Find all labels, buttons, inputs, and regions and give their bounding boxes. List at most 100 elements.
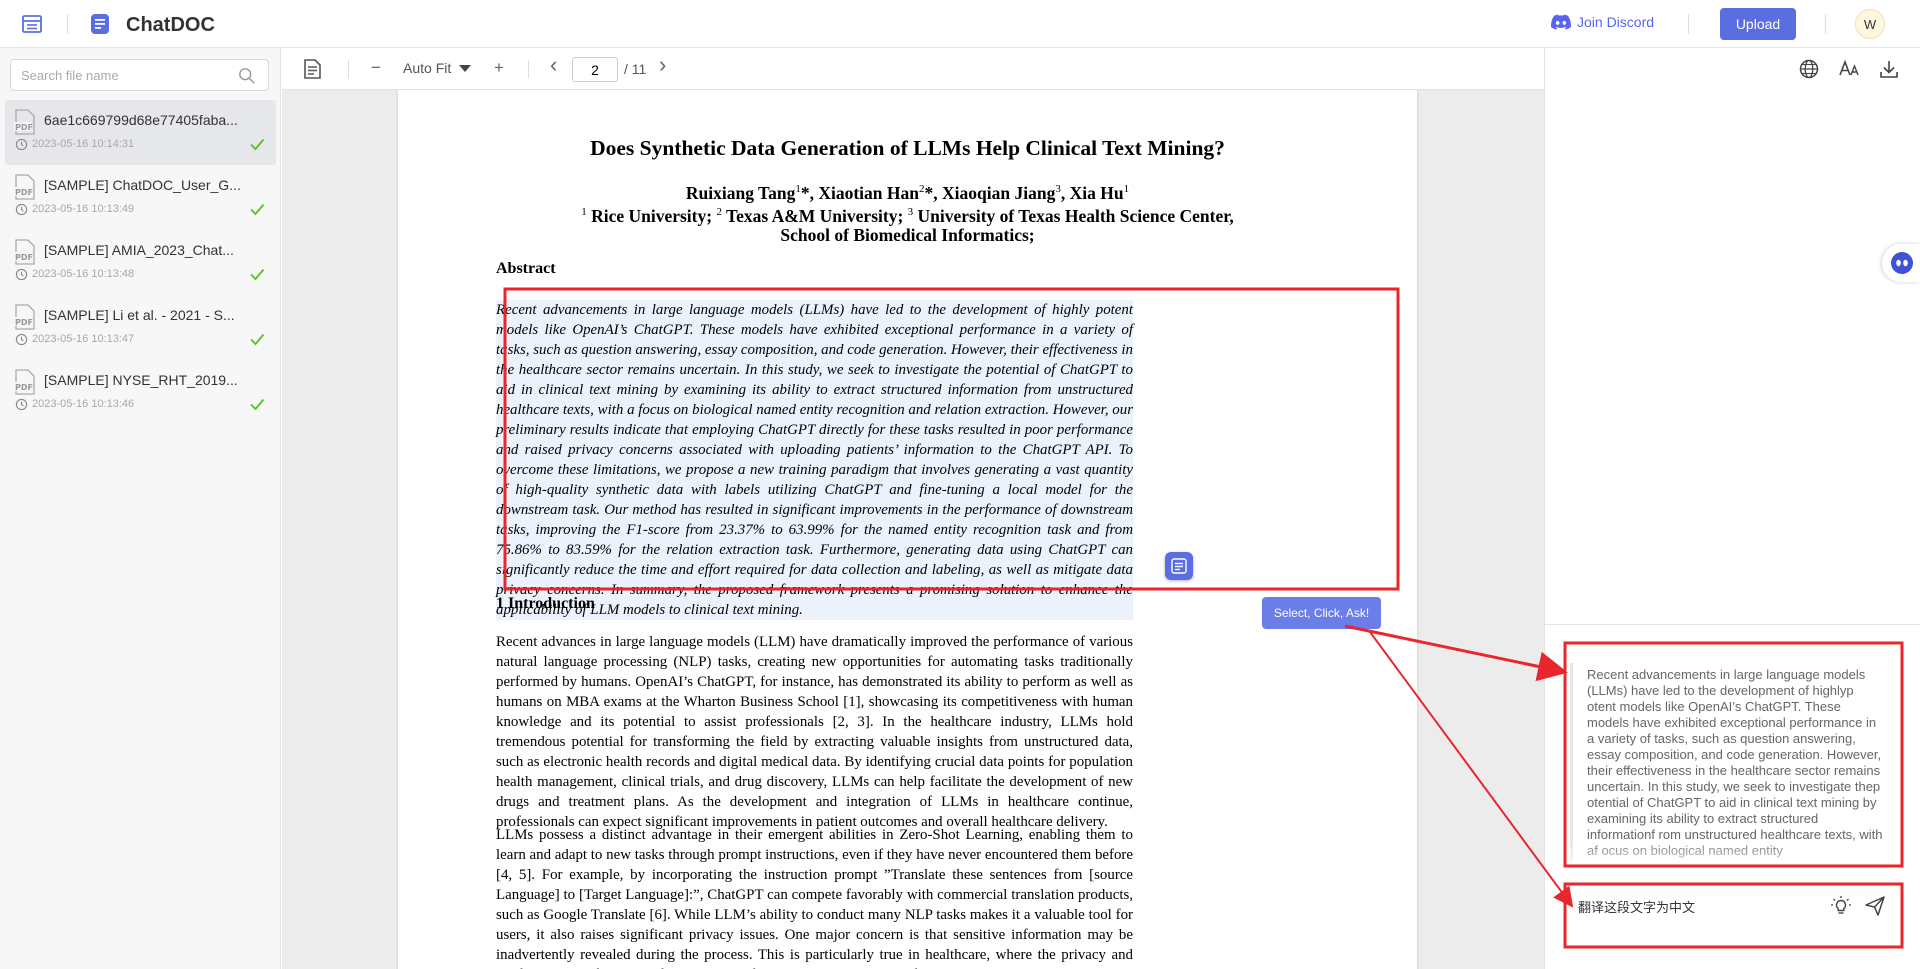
svg-text:PDF: PDF xyxy=(15,253,33,262)
abstract-text[interactable]: Recent advancements in large language mo… xyxy=(496,300,1133,620)
pdf-file-icon: PDF xyxy=(14,369,35,395)
check-icon xyxy=(250,398,265,411)
author-name: Xiaoqian Jiang xyxy=(942,182,1056,203)
check-icon xyxy=(250,333,265,346)
author-name: Xiaotian Han xyxy=(818,182,920,203)
file-date: 2023-05-16 10:13:49 xyxy=(32,203,135,215)
abstract-heading: Abstract xyxy=(496,260,556,277)
chevron-down-icon xyxy=(459,64,472,72)
download-icon[interactable] xyxy=(1878,58,1900,80)
ask-selection-button[interactable] xyxy=(1165,552,1193,580)
pdf-file-icon: PDF xyxy=(14,174,35,200)
author-separator: *, xyxy=(924,182,943,203)
check-icon xyxy=(250,138,265,151)
clock-icon xyxy=(15,203,28,216)
quote-fade xyxy=(1566,839,1898,873)
file-name: [SAMPLE] ChatDOC_User_G... xyxy=(44,177,241,193)
file-list-toggle-icon[interactable] xyxy=(20,12,44,36)
upload-button[interactable]: Upload xyxy=(1720,8,1796,40)
clock-icon xyxy=(15,333,28,346)
affiliation-line: 1 Rice University; 2 Texas A&M Universit… xyxy=(398,203,1417,226)
file-list-item[interactable]: PDF 6ae1c669799d68e77405faba... 2023-05-16… xyxy=(5,100,276,165)
send-icon[interactable] xyxy=(1864,895,1886,917)
file-date: 2023-05-16 10:13:47 xyxy=(32,333,135,345)
file-list-item[interactable]: PDF [SAMPLE] AMIA_2023_Chat... 2023-05-16 … xyxy=(5,230,276,295)
viewer-toolbar: − Auto Fit + ‹ / 11 › xyxy=(282,48,1544,90)
pdf-file-icon: PDF xyxy=(14,304,35,330)
file-search xyxy=(10,59,269,91)
user-avatar[interactable]: W xyxy=(1855,9,1885,39)
author-line: Ruixiang Tang1*, Xiaotian Han2*, Xiaoqia… xyxy=(398,180,1417,203)
prev-page-button[interactable]: ‹ xyxy=(550,54,557,76)
file-date: 2023-05-16 10:13:46 xyxy=(32,398,135,410)
discord-icon xyxy=(1551,14,1571,30)
chat-toolbar xyxy=(1545,48,1920,90)
join-discord-link[interactable]: Join Discord xyxy=(1551,14,1654,30)
check-icon xyxy=(250,268,265,281)
zoom-label: Auto Fit xyxy=(403,60,452,76)
author-name: Ruixiang Tang xyxy=(685,182,796,203)
header-divider xyxy=(1688,14,1689,34)
quote-bar xyxy=(1570,663,1573,863)
paper-authors: Ruixiang Tang1*, Xiaotian Han2*, Xiaoqia… xyxy=(398,180,1417,245)
file-name: [SAMPLE] NYSE_RHT_2019... xyxy=(44,372,238,388)
author-name: Xia Hu xyxy=(1069,182,1124,203)
font-size-icon[interactable] xyxy=(1838,58,1860,80)
search-input[interactable] xyxy=(21,60,221,90)
paper-title: Does Synthetic Data Generation of LLMs H… xyxy=(590,136,1225,160)
next-page-button[interactable]: › xyxy=(659,54,666,76)
file-name: [SAMPLE] AMIA_2023_Chat... xyxy=(44,242,234,258)
intro-paragraph-2: LLMs possess a distinct advantage in the… xyxy=(496,827,1133,969)
zoom-select[interactable]: Auto Fit xyxy=(403,60,472,76)
robot-icon xyxy=(1891,252,1913,274)
author-affil-index: 1 xyxy=(1123,183,1130,195)
toolbar-divider xyxy=(528,60,529,78)
affiliation: Rice University; xyxy=(586,205,717,226)
selected-text-quote: Recent advancements in large language mo… xyxy=(1566,653,1898,873)
file-list-item[interactable]: PDF [SAMPLE] Li et al. - 2021 - S... 2023-… xyxy=(5,295,276,360)
intro-heading: 1 Introduction xyxy=(496,595,595,612)
author-separator: , xyxy=(1060,182,1070,203)
chat-input[interactable] xyxy=(1578,895,1808,917)
search-icon[interactable] xyxy=(238,67,256,85)
page-number-input[interactable] xyxy=(572,57,618,82)
document-viewer[interactable]: Does Synthetic Data Generation of LLMs H… xyxy=(282,90,1544,969)
join-discord-label: Join Discord xyxy=(1577,14,1655,30)
zoom-in-button[interactable]: + xyxy=(494,57,504,79)
header-divider xyxy=(1825,14,1826,34)
chat-divider xyxy=(1545,624,1920,625)
lightbulb-icon[interactable] xyxy=(1830,895,1852,917)
intro-paragraph-1: Recent advances in large language models… xyxy=(496,634,1133,830)
chat-input-area xyxy=(1566,885,1898,945)
svg-text:PDF: PDF xyxy=(15,318,33,327)
app-title: ChatDOC xyxy=(126,14,215,36)
header-divider xyxy=(67,14,68,34)
file-list-item[interactable]: PDF [SAMPLE] ChatDOC_User_G... 2023-05-16 … xyxy=(5,165,276,230)
file-name: [SAMPLE] Li et al. - 2021 - S... xyxy=(44,307,235,323)
quote-text: Recent advancements in large language mo… xyxy=(1587,667,1883,858)
top-bar: ChatDOC Join Discord Upload W xyxy=(0,0,1920,48)
file-list: PDF 6ae1c669799d68e77405faba... 2023-05-16… xyxy=(0,100,281,425)
chatbot-tab[interactable] xyxy=(1882,244,1920,282)
svg-text:PDF: PDF xyxy=(15,188,33,197)
clock-icon xyxy=(15,268,28,281)
page-total: / 11 xyxy=(624,61,647,77)
note-icon xyxy=(1171,558,1187,574)
author-separator: *, xyxy=(800,182,819,203)
svg-text:PDF: PDF xyxy=(15,123,33,132)
chat-panel: Recent advancements in large language mo… xyxy=(1544,48,1920,969)
affiliation-line-2: School of Biomedical Informatics; xyxy=(780,224,1035,245)
outline-toggle-icon[interactable] xyxy=(301,58,323,80)
pdf-page[interactable]: Does Synthetic Data Generation of LLMs H… xyxy=(398,90,1417,969)
file-date: 2023-05-16 10:14:31 xyxy=(32,138,135,150)
file-name: 6ae1c669799d68e77405faba... xyxy=(44,112,238,128)
globe-icon[interactable] xyxy=(1798,58,1820,80)
toolbar-divider xyxy=(348,60,349,78)
clock-icon xyxy=(15,138,28,151)
clock-icon xyxy=(15,398,28,411)
file-list-item[interactable]: PDF [SAMPLE] NYSE_RHT_2019... 2023-05-16 1… xyxy=(5,360,276,425)
file-sidebar: PDF 6ae1c669799d68e77405faba... 2023-05-16… xyxy=(0,48,281,969)
zoom-out-button[interactable]: − xyxy=(371,57,381,79)
pdf-file-icon: PDF xyxy=(14,239,35,265)
select-click-ask-tooltip[interactable]: Select, Click, Ask! xyxy=(1262,597,1381,629)
